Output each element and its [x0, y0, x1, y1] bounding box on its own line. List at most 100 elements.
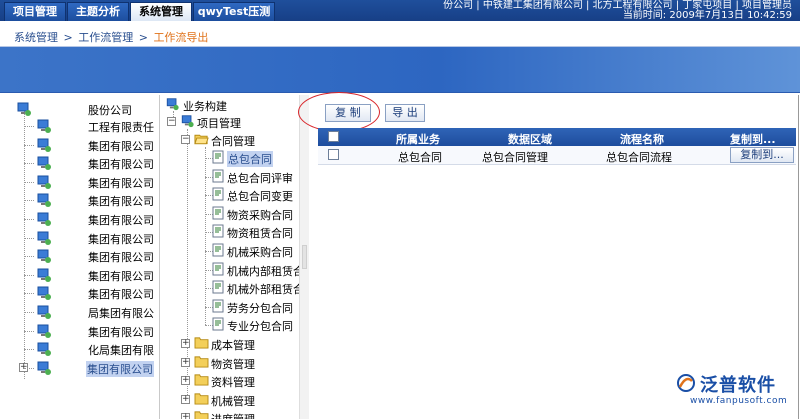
contract-item-label: 机械采购合同 [227, 246, 293, 259]
tab-qwytest[interactable]: qwyTest压测试 [193, 2, 275, 36]
tree-connector [24, 256, 34, 258]
folder-icon [194, 410, 209, 419]
document-icon [211, 299, 226, 313]
tree-connector [24, 237, 34, 239]
computer-network-icon [180, 114, 195, 128]
document-icon [211, 224, 226, 238]
row-checkbox[interactable] [328, 149, 339, 160]
org-item-label: 集团有限公司 [88, 214, 154, 227]
org-tree-panel: 股份公司 工程有限责任 集团有限公司 集团有限公司 集团有限公司 集团有限公司 集团有限公… [0, 95, 160, 419]
document-icon [211, 243, 226, 257]
org-item-label: 集团有限公司 [88, 195, 154, 209]
contract-management-label: 合同管理 [211, 135, 255, 148]
export-button[interactable]: 导 出 [385, 104, 425, 122]
computer-network-icon [165, 97, 180, 111]
table-row: 总包合同 总包合同管理 总包合同流程 复制到... [318, 146, 796, 165]
banner-divider [0, 92, 800, 93]
org-item-label: 集团有限公司 [88, 325, 154, 339]
tree-connector [24, 312, 34, 313]
document-icon [211, 280, 226, 294]
document-icon [211, 150, 226, 164]
logo-brand-text: 泛普软件 [700, 375, 776, 396]
expand-icon[interactable]: + [181, 413, 190, 419]
org-tree-item[interactable]: 工程有限责任 [12, 117, 160, 135]
tab-project-management[interactable]: 项目管理 [4, 2, 66, 21]
cell-business: 总包合同 [398, 151, 442, 164]
breadcrumb-system-management[interactable]: 系统管理 [14, 31, 58, 44]
module-label: 物资管理 [211, 357, 255, 371]
org-tree-item[interactable]: + 集团有限公司 [12, 359, 160, 377]
expand-icon[interactable]: + [181, 394, 190, 404]
org-tree-item[interactable]: 集团有限公司 [12, 136, 160, 154]
org-tree-item[interactable]: 集团有限公司 [12, 210, 160, 228]
org-tree-item[interactable]: 集团有限公司 [12, 191, 160, 209]
business-tree-panel: 业务构建 − 项目管理 − 合同管理 总包合同 总包合同评审 总包合同变更 物资采购合… [161, 95, 299, 419]
org-tree-item[interactable]: 集团有限公司 [12, 247, 160, 265]
org-item-label: 集团有限公司 [88, 288, 154, 302]
org-tree-item[interactable]: 局集团有限公 [12, 303, 160, 321]
expand-icon[interactable]: + [181, 339, 190, 348]
collapse-icon[interactable]: − [181, 135, 190, 144]
tree-connector [24, 274, 34, 276]
computer-network-icon [36, 230, 52, 246]
org-item-label: 工程有限责任 [88, 121, 154, 134]
tree-connector [24, 181, 34, 183]
header-flow-name: 流程名称 [620, 133, 664, 146]
computer-network-icon [16, 101, 32, 117]
select-all-checkbox[interactable] [328, 131, 339, 142]
top-navigation-bar: 项目管理 主题分析 系统管理 qwyTest压测试 份公司 | 中铁建工集团有限… [0, 0, 800, 36]
document-icon [211, 187, 226, 201]
computer-network-icon [36, 248, 52, 264]
project-management-label: 项目管理 [197, 117, 241, 130]
header-region: 数据区域 [508, 133, 552, 146]
org-item-label: 化局集团有限 [88, 344, 154, 358]
computer-network-icon [36, 174, 52, 190]
cell-region: 总包合同管理 [482, 151, 548, 164]
header-current-time: 当前时间: 2009年7月13日 10:42:59 [622, 10, 792, 21]
org-tree-item[interactable]: 集团有限公司 [12, 229, 160, 247]
computer-network-icon [36, 304, 52, 320]
highlight-circle [298, 92, 380, 132]
business-tree-scrollbar[interactable] [299, 95, 309, 419]
expand-icon[interactable]: + [181, 376, 190, 386]
contract-item-label: 专业分包合同 [227, 320, 293, 334]
tree-connector [24, 349, 34, 351]
contract-item-label: 劳务分包合同 [227, 301, 293, 315]
table-header: 所属业务 数据区域 流程名称 复制到... [318, 128, 796, 146]
tree-connector [24, 293, 34, 295]
header-business: 所属业务 [396, 133, 440, 146]
breadcrumb-workflow-management[interactable]: 工作流管理 [78, 31, 133, 44]
org-tree-root[interactable]: 股份公司 [12, 100, 160, 118]
org-tree-item[interactable]: 集团有限公司 [12, 173, 160, 191]
document-icon [211, 317, 226, 331]
breadcrumb-separator: > [63, 31, 73, 44]
computer-network-icon [36, 267, 52, 283]
contract-item-label: 总包合同 [227, 151, 273, 167]
tab-theme-analysis[interactable]: 主题分析 [67, 2, 129, 21]
contract-item-label: 物资租赁合同 [227, 227, 293, 241]
computer-network-icon [36, 323, 52, 339]
tab-system-management[interactable]: 系统管理 [130, 2, 192, 21]
biz-root-label: 业务构建 [183, 100, 227, 113]
folder-icon [194, 392, 209, 406]
collapse-icon[interactable]: − [167, 117, 176, 126]
org-tree-item[interactable]: 化局集团有限 [12, 340, 160, 358]
computer-network-icon [36, 341, 52, 357]
org-item-label: 集团有限公司 [88, 269, 154, 283]
folder-icon [194, 355, 209, 369]
folder-icon [194, 373, 209, 387]
org-tree-item[interactable]: 集团有限公司 [12, 266, 160, 284]
copy-to-button[interactable]: 复制到... [730, 147, 794, 163]
tree-connector [24, 144, 34, 146]
expand-icon[interactable]: + [181, 357, 190, 367]
scrollbar-grip[interactable] [302, 245, 307, 269]
org-tree-item[interactable]: 集团有限公司 [12, 322, 160, 340]
document-icon [211, 262, 226, 276]
open-folder-icon [194, 132, 209, 146]
org-tree-item[interactable]: 集团有限公司 [12, 154, 160, 172]
breadcrumb-current: 工作流导出 [153, 31, 209, 44]
tree-connector [24, 200, 34, 202]
page-banner [0, 47, 800, 92]
content-border [798, 95, 799, 419]
org-tree-item[interactable]: 集团有限公司 [12, 284, 160, 302]
